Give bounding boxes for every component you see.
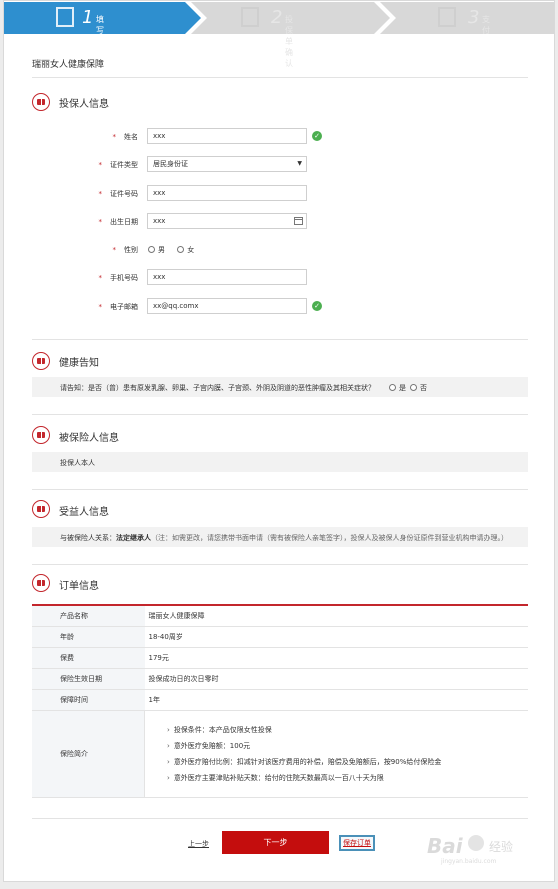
id-number-input[interactable]: xxx [147, 185, 307, 201]
beneficiary-label: 与被保险人关系： [60, 534, 116, 542]
id-type-select[interactable]: 居民身份证 ▼ [147, 156, 307, 172]
order-value: 瑞丽女人健康保障 [144, 605, 528, 627]
step-1-number: 1 [82, 7, 94, 28]
beneficiary-bar: 与被保险人关系：法定继承人（注：如需更改，请您携带书面申请（需有被保险人亲笔签字… [32, 527, 528, 547]
product-title: 瑞丽女人健康保障 [32, 60, 105, 70]
check-doc-icon [241, 7, 259, 27]
order-key: 保障时间 [32, 689, 145, 711]
divider [32, 818, 528, 819]
section-icon [32, 93, 50, 111]
form-icon [56, 7, 74, 27]
progress-steps: 1 填写投保信息 2 投保单确认 3 支付 [4, 2, 554, 79]
order-key: 保费 [32, 647, 145, 669]
order-section-title: 订单信息 [59, 581, 99, 592]
order-summary: 投保条件：本产品仅限女性投保 意外医疗免赔额：100元 意外医疗赔付比例：扣减针… [144, 710, 528, 798]
watermark-suffix: 经验 [489, 840, 514, 854]
gender-options: 男 女 [148, 245, 194, 255]
table-row: 年龄 18-40周岁 [32, 626, 528, 648]
order-key: 保险简介 [32, 710, 145, 798]
health-answer-yes[interactable]: 是 [389, 383, 406, 393]
order-value: 179元 [144, 647, 528, 669]
order-value: 投保成功日的次日零时 [144, 668, 528, 690]
beneficiary-value: 法定继承人 [116, 534, 151, 542]
health-section-title: 健康告知 [59, 358, 99, 369]
list-item: 投保条件：本产品仅限女性投保 [167, 722, 528, 738]
birth-date-input[interactable]: xxx [147, 213, 307, 229]
email-label: * 电子邮箱 [98, 303, 139, 311]
divider [32, 564, 528, 565]
baidu-watermark: Bai 经验 jingyan.baidu.com [427, 830, 537, 870]
order-table: 产品名称 瑞丽女人健康保障 年龄 18-40周岁 保费 179元 保险生效日期 投保成功… [32, 604, 528, 798]
gender-option-male[interactable]: 男 [148, 246, 165, 254]
insured-section-title: 被保险人信息 [59, 433, 119, 444]
radio-icon[interactable] [410, 384, 417, 391]
name-label: * 姓名 [112, 133, 139, 141]
next-step-button[interactable]: 下一步 [222, 831, 329, 854]
list-item: 意外医疗赔付比例：扣减针对该医疗费用的补偿，赔偿及免赔额后，按90%给付保险金 [167, 754, 528, 770]
divider [32, 489, 528, 490]
table-row: 保险生效日期 投保成功日的次日零时 [32, 668, 528, 690]
birth-date-label: * 出生日期 [98, 218, 139, 226]
radio-icon[interactable] [148, 246, 155, 253]
id-type-value: 居民身份证 [153, 160, 188, 168]
id-type-label: * 证件类型 [98, 161, 139, 169]
birth-date-value: xxx [153, 217, 166, 225]
summary-list: 投保条件：本产品仅限女性投保 意外医疗免赔额：100元 意外医疗赔付比例：扣减针… [167, 716, 528, 792]
table-row: 产品名称 瑞丽女人健康保障 [32, 605, 528, 627]
caret-down-icon: ▼ [297, 160, 302, 167]
beneficiary-line: 与被保险人关系：法定继承人（注：如需更改，请您携带书面申请（需有被保险人亲笔签字… [60, 533, 508, 543]
policyholder-section-title: 投保人信息 [59, 99, 109, 110]
table-row: 保险简介 投保条件：本产品仅限女性投保 意外医疗免赔额：100元 意外医疗赔付比… [32, 710, 528, 798]
watermark-logo: Bai [427, 834, 463, 858]
paw-icon [468, 835, 484, 851]
insured-bar: 投保人本人 [32, 452, 528, 472]
step-2-number: 2 [271, 7, 283, 28]
order-value: 1年 [144, 689, 528, 711]
order-key: 年龄 [32, 626, 145, 648]
step-1-label: 填写投保信息 [96, 15, 104, 79]
gender-option-female[interactable]: 女 [177, 246, 194, 254]
divider [32, 77, 528, 78]
health-answer-no[interactable]: 否 [410, 383, 427, 393]
step-3-label: 支付 [482, 15, 490, 35]
step-3-number: 3 [468, 7, 480, 28]
id-number-label: * 证件号码 [98, 190, 139, 198]
health-question: 请告知：是否（曾）患有原发乳腺、卵巢、子宫内膜、子宫颈、外阴及阴道的恶性肿瘤及其… [60, 384, 375, 392]
step-2-label: 投保单确认 [285, 15, 293, 68]
phone-input[interactable]: xxx [147, 269, 307, 285]
check-icon: ✓ [312, 131, 322, 141]
radio-icon[interactable] [389, 384, 396, 391]
table-row: 保费 179元 [32, 647, 528, 669]
check-icon: ✓ [312, 301, 322, 311]
divider [32, 414, 528, 415]
payment-icon [438, 7, 456, 27]
watermark-domain: jingyan.baidu.com [441, 858, 497, 865]
divider [32, 339, 528, 340]
list-item: 意外医疗免赔额：100元 [167, 738, 528, 754]
insured-value: 投保人本人 [60, 459, 95, 467]
section-icon [32, 500, 50, 518]
order-value: 18-40周岁 [144, 626, 528, 648]
section-icon [32, 574, 50, 592]
order-key: 产品名称 [32, 605, 145, 627]
beneficiary-note: （注：如需更改，请您携带书面申请（需有被保险人亲笔签字），投保人及被保人身份证原… [151, 534, 508, 542]
section-icon [32, 352, 50, 370]
phone-label: * 手机号码 [98, 274, 139, 282]
order-key: 保险生效日期 [32, 668, 145, 690]
radio-icon[interactable] [177, 246, 185, 253]
name-input[interactable]: xxx [147, 128, 307, 144]
table-row: 保障时间 1年 [32, 689, 528, 711]
email-input[interactable]: xx@qq.comx [147, 298, 307, 314]
prev-step-link[interactable]: 上一步 [188, 839, 209, 849]
gender-label: * 性别 [112, 246, 139, 254]
save-order-button[interactable]: 保存订单 [339, 835, 375, 851]
section-icon [32, 426, 50, 444]
list-item: 意外医疗主要津贴补贴天数：给付的住院天数最高以一百八十天为限 [167, 770, 528, 786]
health-question-bar: 请告知：是否（曾）患有原发乳腺、卵巢、子宫内膜、子宫颈、外阴及阴道的恶性肿瘤及其… [32, 377, 528, 397]
calendar-icon[interactable] [294, 217, 303, 225]
beneficiary-section-title: 受益人信息 [59, 507, 109, 518]
